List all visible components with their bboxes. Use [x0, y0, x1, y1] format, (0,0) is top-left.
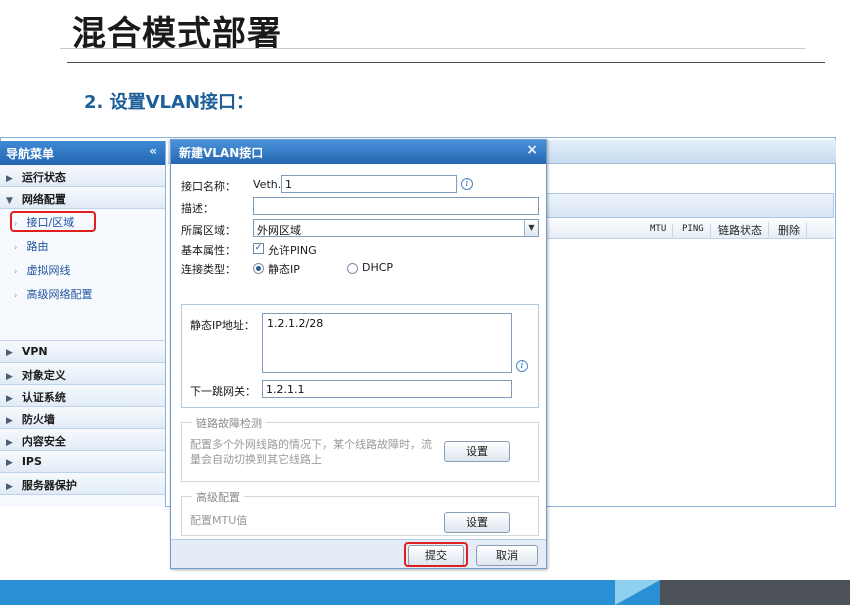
gateway-input[interactable]: 1.2.1.1: [262, 380, 512, 398]
nav-group-network[interactable]: ▼ 网络配置: [0, 187, 165, 209]
static-ip-textarea[interactable]: 1.2.1.2/28: [262, 313, 512, 373]
static-ip-address-label: 静态IP地址：: [190, 319, 255, 332]
sidebar-title: 导航菜单: [6, 147, 55, 161]
close-icon[interactable]: ×: [526, 142, 538, 158]
active-highlight-box: [10, 211, 96, 232]
nav-item-label: 高级网络配置: [26, 288, 93, 301]
dialog-footer: 提交 取消: [171, 540, 546, 568]
chevron-right-icon: ›: [14, 267, 18, 276]
chevron-right-icon: ▶: [6, 482, 13, 492]
nav-group-ips[interactable]: ▶ IPS: [0, 451, 165, 473]
column-mtu[interactable]: MTU: [650, 224, 674, 239]
submit-highlight-box: [404, 542, 468, 567]
nav-group-label: 运行状态: [21, 171, 66, 184]
nav-group-status[interactable]: ▶ 运行状态: [0, 165, 165, 187]
dhcp-radio-label[interactable]: DHCP: [362, 261, 393, 274]
advanced-config-fieldset: 高级配置 配置MTU值 设置: [181, 489, 539, 536]
chevron-right-icon: ›: [14, 291, 18, 300]
column-ping[interactable]: PING: [682, 224, 711, 239]
static-ip-radio-label[interactable]: 静态IP: [268, 261, 300, 277]
static-ip-panel: 静态IP地址： 1.2.1.2/28 i 下一跳网关： 1.2.1.1: [181, 304, 539, 408]
nav-item-routing[interactable]: › 路由: [0, 233, 165, 257]
nav-group-auth[interactable]: ▶ 认证系统: [0, 385, 165, 407]
advanced-config-description: 配置MTU值: [190, 514, 248, 527]
chevron-right-icon: ▶: [6, 438, 13, 448]
connection-type-label: 连接类型：: [181, 263, 236, 276]
sidebar: 导航菜单 « ▶ 运行状态 ▼ 网络配置 › 接口/区域 › 路由 › 虚拟网线…: [0, 141, 166, 507]
chevron-down-icon: ▼: [6, 196, 13, 206]
nav-group-objects[interactable]: ▶ 对象定义: [0, 363, 165, 385]
title-rule-light: [60, 48, 805, 49]
chevron-right-icon: ▶: [6, 416, 13, 426]
chevron-right-icon: ▶: [6, 372, 13, 382]
cancel-button[interactable]: 取消: [476, 545, 538, 566]
chevron-right-icon: ▶: [6, 174, 13, 184]
zone-label: 所属区域：: [181, 224, 236, 237]
chevron-right-icon: ▶: [6, 348, 13, 358]
link-detect-settings-button[interactable]: 设置: [444, 441, 510, 462]
allow-ping-label[interactable]: 允许PING: [268, 242, 317, 258]
gateway-label: 下一跳网关：: [190, 385, 256, 398]
link-detect-legend: 链路故障检测: [192, 415, 266, 431]
chevron-down-icon[interactable]: ▼: [524, 220, 538, 236]
link-detect-description-1: 配置多个外网线路的情况下，某个线路故障时，流: [190, 438, 432, 451]
info-icon[interactable]: i: [516, 360, 528, 372]
nav-item-virtual-wire[interactable]: › 虚拟网线: [0, 257, 165, 281]
basic-attr-label: 基本属性：: [181, 244, 236, 257]
nav-group-label: IPS: [21, 455, 42, 468]
nav-group-server-protection[interactable]: ▶ 服务器保护: [0, 473, 165, 495]
nav-group-label: 内容安全: [21, 435, 66, 448]
nav-group-label: 对象定义: [21, 369, 66, 382]
nav-group-vpn[interactable]: ▶ VPN: [0, 341, 165, 363]
bottom-wedge: [615, 580, 660, 605]
interface-name-prefix: Veth.: [253, 178, 282, 191]
main-toolbar: [546, 193, 834, 218]
nav-group-content-security[interactable]: ▶ 内容安全: [0, 429, 165, 451]
nav-group-label: 防火墙: [21, 413, 55, 426]
nav-item-label: 路由: [26, 240, 49, 253]
nav-item-interface-zone[interactable]: › 接口/区域: [0, 209, 165, 233]
nav-group-label: 服务器保护: [21, 479, 77, 492]
advanced-config-legend: 高级配置: [192, 489, 244, 505]
nav-group-label: 认证系统: [21, 391, 66, 404]
advanced-config-settings-button[interactable]: 设置: [444, 512, 510, 533]
sidebar-header: 导航菜单 «: [0, 141, 165, 165]
bottom-band-dark: [660, 580, 850, 605]
chevron-right-icon: ›: [14, 243, 18, 252]
dialog-titlebar[interactable]: 新建VLAN接口 ×: [171, 140, 546, 164]
interface-name-input[interactable]: 1: [281, 175, 457, 193]
vlan-interface-dialog: 新建VLAN接口 × 接口名称： Veth. 1 i 描述： 所属区域： 外网区…: [170, 139, 547, 569]
link-detect-fieldset: 链路故障检测 配置多个外网线路的情况下，某个线路故障时，流 量会自动切换到其它线…: [181, 415, 539, 482]
zone-select[interactable]: 外网区域 ▼: [253, 219, 539, 237]
column-link-status[interactable]: 链路状态: [718, 222, 769, 237]
allow-ping-checkbox[interactable]: ✓: [253, 243, 264, 254]
nav-item-advanced-network[interactable]: › 高级网络配置: [0, 281, 165, 305]
interface-name-label: 接口名称：: [181, 180, 236, 193]
chevron-right-icon: ▶: [6, 394, 13, 404]
zone-select-value: 外网区域: [257, 224, 301, 237]
title-rule-dark: [67, 62, 825, 63]
nav-group-label: 网络配置: [21, 193, 66, 206]
static-ip-radio[interactable]: [253, 263, 264, 274]
description-input[interactable]: [253, 197, 539, 215]
section-heading: 2. 设置VLAN接口：: [84, 92, 255, 113]
nav-group-firewall[interactable]: ▶ 防火墙: [0, 407, 165, 429]
collapse-icon[interactable]: «: [149, 144, 157, 158]
chevron-right-icon: ▶: [6, 458, 13, 468]
nav-group-label: VPN: [21, 345, 48, 358]
link-detect-description-2: 量会自动切换到其它线路上: [190, 453, 322, 466]
dhcp-radio[interactable]: [347, 263, 358, 274]
info-icon[interactable]: i: [461, 178, 473, 190]
nav-spacer: [0, 305, 165, 341]
description-label: 描述：: [181, 202, 214, 215]
interface-table-header: MTU PING 链路状态 删除: [546, 220, 834, 239]
column-delete[interactable]: 删除: [778, 222, 807, 237]
nav-item-label: 虚拟网线: [26, 264, 71, 277]
dialog-title: 新建VLAN接口: [179, 146, 264, 160]
dialog-body: 接口名称： Veth. 1 i 描述： 所属区域： 外网区域 ▼ 基本属性： ✓…: [171, 164, 546, 540]
